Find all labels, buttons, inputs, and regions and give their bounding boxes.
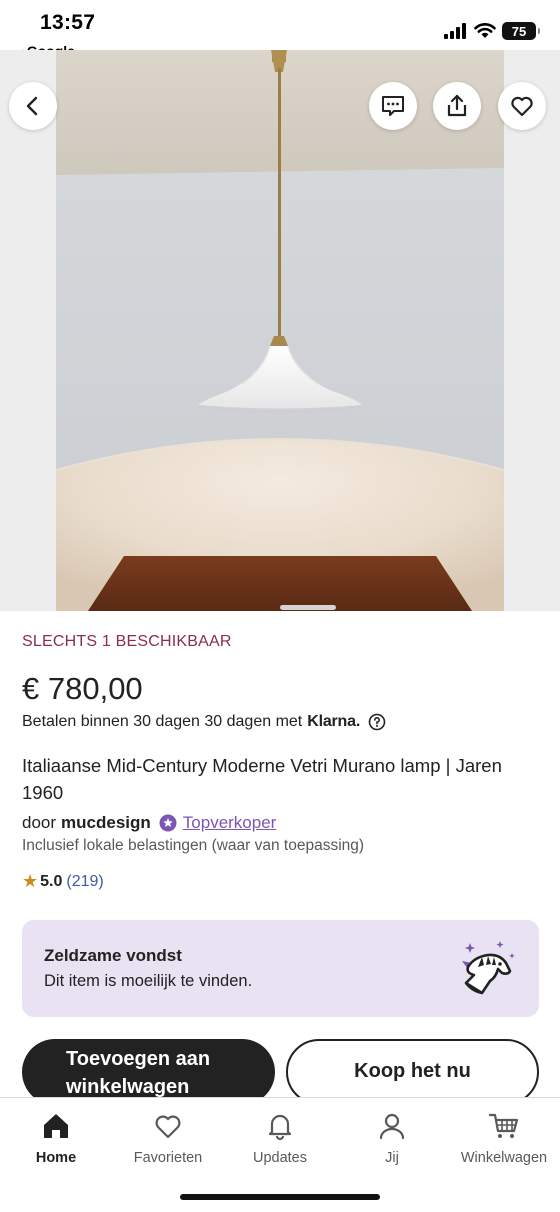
nav-favorites[interactable]: Favorieten bbox=[112, 1108, 224, 1166]
wifi-icon bbox=[474, 23, 496, 38]
message-icon bbox=[382, 96, 404, 116]
back-button[interactable] bbox=[9, 82, 57, 130]
heart-icon bbox=[155, 1115, 181, 1139]
home-icon bbox=[44, 1114, 68, 1138]
nav-you[interactable]: Jij bbox=[336, 1108, 448, 1166]
buy-now-button[interactable]: Koop het nu bbox=[286, 1039, 539, 1105]
cart-icon bbox=[488, 1113, 519, 1138]
nav-home[interactable]: Home bbox=[0, 1108, 112, 1166]
availability-label: SLECHTS 1 BESCHIKBAAR bbox=[22, 633, 232, 650]
signal-icon bbox=[444, 23, 466, 39]
seller-info: door mucdesign Topverkoper bbox=[22, 813, 276, 833]
star-seller-badge-icon bbox=[159, 814, 177, 832]
star-icon: ★ bbox=[22, 871, 39, 891]
add-to-cart-button[interactable]: Toevoegen aan winkelwagen bbox=[22, 1039, 275, 1105]
nav-cart[interactable]: Winkelwagen bbox=[448, 1108, 560, 1166]
status-bar: 13:57 ◀Google 75 bbox=[0, 0, 560, 59]
nav-you-label: Jij bbox=[385, 1150, 399, 1166]
favorite-button[interactable] bbox=[498, 82, 546, 130]
home-indicator bbox=[180, 1194, 380, 1200]
nav-updates-label: Updates bbox=[252, 1150, 307, 1166]
review-count-link[interactable]: (219) bbox=[66, 873, 103, 891]
carousel-indicator bbox=[280, 605, 336, 610]
listing-photo bbox=[56, 50, 504, 611]
listing-title: Italiaanse Mid-Century Moderne Vetri Mur… bbox=[22, 755, 502, 803]
klarna-logo: Klarna. bbox=[307, 713, 361, 730]
help-icon[interactable] bbox=[368, 713, 386, 731]
rating[interactable]: ★ 5.0 (219) bbox=[22, 871, 104, 892]
seller-prefix: door bbox=[22, 813, 57, 832]
message-seller-button[interactable] bbox=[369, 82, 417, 130]
rare-find-banner: Zeldzame vondst Dit item is moeilijk te … bbox=[22, 920, 539, 1017]
share-icon bbox=[447, 94, 467, 117]
status-time: 13:57 bbox=[40, 11, 96, 34]
nav-favorites-label: Favorieten bbox=[133, 1150, 203, 1166]
nav-updates[interactable]: Updates bbox=[224, 1108, 336, 1166]
unicorn-icon bbox=[462, 941, 515, 995]
status-indicators: 75 bbox=[444, 22, 540, 40]
seller-name-link[interactable]: mucdesign bbox=[61, 813, 151, 833]
nav-home-label: Home bbox=[35, 1150, 77, 1166]
back-arrow-icon bbox=[26, 96, 38, 116]
rare-find-title: Zeldzame vondst bbox=[44, 946, 182, 965]
klarna-payment-info: Betalen binnen 30 dagen 30 dagen met Kla… bbox=[22, 713, 386, 731]
person-icon bbox=[379, 1113, 405, 1140]
rating-score: 5.0 bbox=[40, 872, 63, 890]
share-button[interactable] bbox=[433, 82, 481, 130]
rare-find-subtitle: Dit item is moeilijk te vinden. bbox=[44, 972, 253, 990]
listing-image-carousel[interactable] bbox=[0, 50, 560, 611]
battery-level: 75 bbox=[511, 23, 527, 39]
bell-icon bbox=[268, 1114, 292, 1141]
price: € 780,00 bbox=[22, 671, 143, 706]
star-seller-link[interactable]: Topverkoper bbox=[183, 813, 277, 833]
battery-indicator: 75 bbox=[502, 22, 540, 40]
nav-cart-label: Winkelwagen bbox=[460, 1150, 548, 1166]
heart-icon bbox=[511, 96, 533, 117]
tax-note: Inclusief lokale belastingen (waar van t… bbox=[22, 837, 365, 854]
payment-text: Betalen binnen 30 dagen 30 dagen met bbox=[22, 713, 303, 730]
